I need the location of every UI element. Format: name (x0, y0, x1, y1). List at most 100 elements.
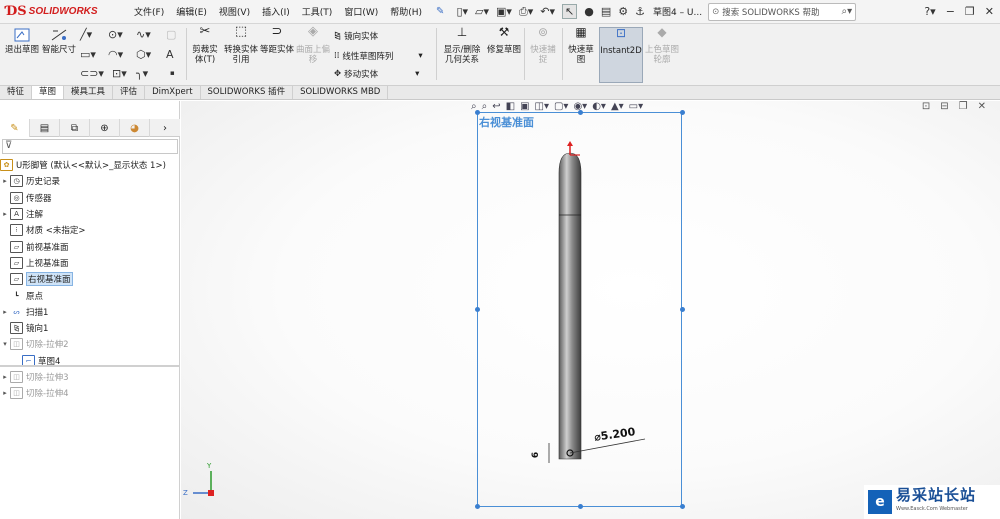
help-search-input[interactable]: 搜索 SOLIDWORKS 帮助 (722, 6, 819, 18)
tree-item-sensors[interactable]: ◎ 传感器 (0, 190, 180, 206)
close-icon[interactable]: ✕ (985, 5, 994, 18)
help-menu-icon[interactable]: ?▾ (924, 5, 935, 18)
tree-item-origin[interactable]: ┗ 原点 (0, 287, 180, 303)
tree-root[interactable]: ✿ U形脚管 (默认<<默认>_显示状态 1>) (0, 157, 180, 173)
plane-handle[interactable] (680, 110, 685, 115)
property-manager-tab-icon[interactable]: ▤ (30, 119, 60, 137)
instant2d-button[interactable]: ⊡ Instant2D (599, 27, 643, 83)
restore-icon[interactable]: ❐ (965, 5, 975, 18)
menu-help[interactable]: 帮助(H) (384, 5, 428, 18)
open-icon[interactable]: ▱▾ (475, 5, 489, 18)
tree-item-mirror1[interactable]: ⧎ 镜向1 (0, 320, 180, 336)
expand-arrow-icon[interactable]: ▸ (0, 210, 10, 218)
minimize-icon[interactable]: − (946, 5, 955, 18)
collapse-arrow-icon[interactable]: ▾ (0, 340, 10, 348)
tab-mbd[interactable]: SOLIDWORKS MBD (293, 86, 389, 99)
plane-handle[interactable] (475, 307, 480, 312)
tree-item-front-plane[interactable]: ▱ 前视基准面 (0, 238, 180, 254)
viewport-close-icon[interactable]: ✕ (978, 101, 986, 112)
plane-handle[interactable] (680, 504, 685, 509)
expand-arrow-icon[interactable]: ▸ (0, 308, 10, 316)
plane-small-icon[interactable]: ▪ (170, 69, 175, 77)
point-icon[interactable]: ⊡▾ (112, 67, 127, 80)
polygon-icon[interactable]: ⬡▾ (136, 48, 151, 61)
select-pointer-icon[interactable]: ↖ (562, 4, 578, 19)
arc-icon[interactable]: ◠▾ (108, 48, 123, 61)
viewport-tile-icon[interactable]: ❐ (959, 101, 968, 112)
rectangle-icon[interactable]: ▭▾ (80, 48, 96, 61)
convert-entities-button[interactable]: ⬚ 转换实体引用 (223, 25, 259, 65)
print-icon[interactable]: ⎙▾ (519, 5, 533, 19)
rapid-sketch-button[interactable]: ▦ 快速草图 (565, 26, 597, 65)
trim-entities-button[interactable]: ✂ 剪裁实体(T) (189, 25, 221, 65)
help-search-box[interactable]: ⊙ 搜索 SOLIDWORKS 帮助 ⌕▾ (708, 2, 857, 21)
undo-icon[interactable]: ↶▾ (540, 5, 555, 18)
save-icon[interactable]: ▣▾ (496, 5, 512, 18)
tube-model[interactable] (541, 141, 661, 471)
tab-dimxpert[interactable]: DimXpert (145, 86, 201, 99)
plane-handle[interactable] (475, 504, 480, 509)
tree-item-cut-extrude2[interactable]: ▾ ◫ 切除-拉伸2 (0, 336, 180, 352)
slot-icon[interactable]: ⊂⊃▾ (80, 67, 104, 80)
rebuild-icon[interactable]: ● (584, 5, 594, 18)
tree-filter[interactable]: ⊽ (2, 139, 178, 154)
display-manager-tab-icon[interactable]: ◕ (120, 119, 150, 137)
menu-view[interactable]: 视图(V) (213, 5, 256, 18)
menu-tools[interactable]: 工具(T) (296, 5, 339, 18)
options-icon[interactable]: ⚙ (618, 5, 628, 18)
configuration-manager-tab-icon[interactable]: ⧉ (60, 119, 90, 137)
tree-item-top-plane[interactable]: ▱ 上视基准面 (0, 255, 180, 271)
text-icon[interactable]: A (166, 48, 174, 61)
small-dimension[interactable]: 6 (531, 452, 541, 458)
quick-snaps-button[interactable]: ⊚ 快速捕捉 (527, 26, 559, 65)
viewport-restore-icon[interactable]: ⊡ (922, 101, 930, 112)
tab-mold-tools[interactable]: 模具工具 (64, 86, 114, 99)
tab-sketch[interactable]: 草图 (32, 86, 65, 99)
tree-rollback-bar[interactable] (0, 365, 180, 367)
plane-handle[interactable] (680, 307, 685, 312)
offset-entities-button[interactable]: ⊃ 等距实体 (259, 25, 295, 55)
spline-icon[interactable]: ∿▾ (136, 28, 151, 41)
linear-pattern-button[interactable]: ⁞⁞ 线性草图阵列 ▾ (334, 50, 423, 62)
tab-evaluate[interactable]: 评估 (113, 86, 146, 99)
file-properties-icon[interactable]: ▤ (601, 5, 611, 18)
smart-dimension-button[interactable]: 智能尺寸 (40, 27, 78, 67)
tree-item-material[interactable]: ⁝ 材质 <未指定> (0, 222, 180, 238)
display-delete-relations-button[interactable]: ⊥ 显示/删除几何关系 (440, 26, 484, 65)
expand-arrow-icon[interactable]: ▸ (0, 177, 10, 185)
dimxpert-manager-tab-icon[interactable]: ⊕ (90, 119, 120, 137)
tab-addins[interactable]: SOLIDWORKS 插件 (201, 86, 294, 99)
graphics-area[interactable]: ⌕ ⌕ ↩ ◧ ▣ ◫▾ ▢▾ ◉▾ ◐▾ ▲▾ ▭▾ ⊡ ⊟ ❐ ✕ 右视基准… (181, 101, 1000, 519)
expand-arrow-icon[interactable]: ▸ (0, 373, 10, 381)
tab-features[interactable]: 特征 (0, 86, 33, 99)
viewport-minimize-icon[interactable]: ⊟ (940, 101, 948, 112)
move-entities-button[interactable]: ✥ 移动实体 ▾ (334, 68, 419, 80)
panel-expand-arrow-icon[interactable]: › (150, 119, 180, 137)
new-document-icon[interactable]: ▯▾ (456, 5, 468, 18)
search-icon[interactable]: ⌕▾ (841, 6, 852, 17)
menu-file[interactable]: 文件(F) (128, 5, 170, 18)
anchor-icon[interactable]: ⚓ (635, 5, 645, 18)
plane-handle[interactable] (578, 504, 583, 509)
circle-icon[interactable]: ⊙▾ (108, 28, 123, 41)
plane-handle[interactable] (578, 110, 583, 115)
repair-sketch-button[interactable]: ⚒ 修复草图 (486, 26, 522, 55)
plane-handle[interactable] (475, 110, 480, 115)
menu-insert[interactable]: 插入(I) (256, 5, 296, 18)
tree-item-sweep1[interactable]: ▸ ᔕ 扫描1 (0, 304, 180, 320)
pin-icon[interactable]: ✎ (436, 6, 444, 17)
tree-item-right-plane[interactable]: ▱ 右视基准面 (0, 271, 180, 287)
expand-arrow-icon[interactable]: ▸ (0, 389, 10, 397)
mirror-entities-button[interactable]: ⧎ 镜向实体 (334, 30, 378, 42)
tree-item-cut-extrude3[interactable]: ▸ ◫ 切除-拉伸3 (0, 369, 180, 385)
offset-on-surface-button[interactable]: ◈ 曲面上偏移 (296, 25, 330, 65)
tree-item-annotations[interactable]: ▸ A 注解 (0, 206, 180, 222)
menu-window[interactable]: 窗口(W) (338, 5, 384, 18)
exit-sketch-button[interactable]: 退出草图 (3, 27, 41, 83)
surface-icon[interactable]: ▢ (166, 28, 176, 41)
fillet-icon[interactable]: ╮▾ (136, 67, 148, 80)
feature-manager-tab-icon[interactable]: ✎ (0, 119, 30, 137)
tree-item-history[interactable]: ▸ ◷ 历史记录 (0, 173, 180, 189)
shaded-sketch-button[interactable]: ◆ 上色草图轮廓 (645, 26, 679, 65)
line-icon[interactable]: ╱▾ (80, 28, 92, 41)
